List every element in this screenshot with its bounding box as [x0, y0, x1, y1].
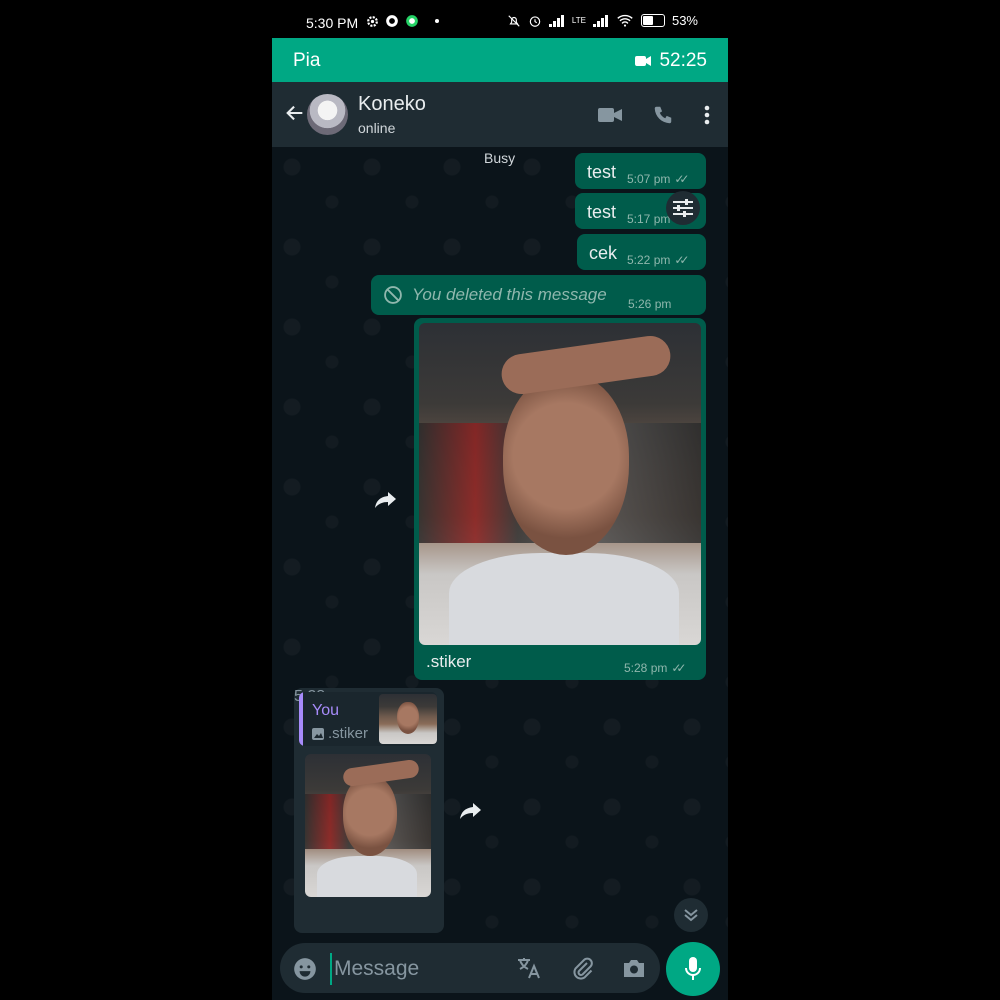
chat-header: Koneko online — [272, 82, 728, 147]
photo-thumbnail[interactable] — [419, 323, 701, 645]
contact-avatar[interactable] — [307, 94, 348, 135]
message-time: 5:17 pm — [627, 212, 670, 226]
voice-record-button[interactable] — [666, 942, 720, 996]
phone-screen: 5:30 PM LTE 53% Pia 52:25 Koneko online … — [272, 0, 728, 1000]
battery-level: 53% — [671, 13, 698, 28]
double-tick-icon: ✓✓ — [671, 661, 686, 675]
forward-button[interactable] — [370, 484, 402, 516]
voice-call-icon[interactable] — [652, 104, 674, 126]
contact-name[interactable]: Koneko — [358, 93, 426, 116]
alarm-icon — [529, 15, 541, 27]
quoted-thumbnail — [379, 694, 437, 744]
composer-actions — [516, 956, 646, 980]
sticker-shirt — [317, 856, 417, 897]
quoted-text: .stiker — [328, 725, 369, 742]
chat-area[interactable]: Busy test 5:07 pm ✓✓ test 5:17 pm cek 5:… — [272, 147, 728, 940]
double-tick-icon: ✓✓ — [674, 172, 689, 186]
video-call-icon — [635, 56, 652, 66]
double-chevron-down-icon — [684, 909, 698, 922]
camera-icon[interactable] — [622, 957, 646, 979]
sticker-image[interactable] — [305, 754, 431, 897]
message-timestamp: 5:22 pm — [627, 253, 671, 267]
message-text: test — [587, 202, 617, 222]
message-input-box — [280, 943, 660, 993]
network-type: LTE — [571, 16, 586, 25]
status-system-icons: LTE 53% — [507, 13, 698, 28]
translate-icon[interactable] — [516, 956, 542, 980]
signal-2-icon — [592, 14, 608, 27]
signal-icon — [548, 14, 564, 27]
message-text: test — [587, 162, 617, 182]
photo-face — [503, 375, 629, 555]
wifi-icon — [617, 14, 633, 27]
forward-icon — [375, 492, 396, 508]
message-timestamp: 5:26 pm — [628, 297, 672, 311]
composer-bar — [272, 940, 728, 1000]
filter-settings-button[interactable] — [666, 191, 700, 225]
thumb-face — [397, 702, 419, 734]
sticker-face — [343, 776, 397, 856]
message-timestamp: 5:17 pm — [627, 212, 671, 226]
header-actions — [598, 104, 710, 126]
quoted-reply[interactable]: You .stiker — [299, 692, 437, 746]
whatsapp-icon — [386, 15, 398, 27]
incoming-message-bubble[interactable]: You .stiker 5:28 pm — [294, 688, 444, 933]
message-bubble[interactable]: cek 5:22 pm ✓✓ — [577, 234, 706, 270]
status-time: 5:30 PM — [306, 15, 359, 31]
deleted-icon — [384, 286, 402, 304]
ongoing-call-bar[interactable]: Pia 52:25 — [272, 38, 728, 82]
attach-icon[interactable] — [570, 956, 594, 980]
message-time: 5:28 pm ✓✓ — [624, 661, 687, 675]
deleted-message-text: You deleted this message — [412, 285, 607, 304]
battery-icon — [640, 14, 665, 27]
quoted-content: .stiker — [312, 725, 368, 742]
image-caption: .stiker — [426, 652, 472, 671]
message-timestamp: 5:28 pm — [624, 661, 668, 675]
microphone-icon — [685, 957, 701, 980]
day-label: Busy — [484, 150, 516, 166]
message-text: cek — [589, 243, 618, 263]
call-caller-name: Pia — [293, 50, 321, 71]
message-input[interactable] — [330, 953, 506, 985]
forward-icon — [460, 803, 481, 819]
call-timer: 52:25 — [635, 50, 707, 72]
message-time: 5:07 pm ✓✓ — [627, 172, 690, 186]
status-bar: 5:30 PM LTE 53% — [272, 0, 728, 38]
quote-bar — [299, 692, 303, 746]
scroll-to-bottom-button[interactable] — [674, 898, 708, 932]
contact-presence: online — [358, 120, 396, 136]
deleted-message-bubble[interactable]: You deleted this message 5:26 pm — [371, 275, 706, 315]
double-tick-icon: ✓✓ — [674, 253, 689, 267]
whatsapp-green-icon — [406, 15, 418, 27]
mute-bell-icon — [508, 14, 520, 27]
more-notifications-dot — [435, 19, 439, 23]
back-arrow-icon[interactable] — [284, 102, 306, 124]
sliders-icon — [673, 199, 693, 217]
call-duration: 52:25 — [659, 50, 707, 71]
video-call-button-icon[interactable] — [598, 106, 622, 124]
photo-shirt — [449, 553, 679, 645]
forward-button[interactable] — [455, 795, 487, 827]
message-bubble[interactable]: test 5:07 pm ✓✓ — [575, 153, 706, 189]
message-timestamp: 5:07 pm — [627, 172, 671, 186]
quoted-sender: You — [312, 702, 339, 719]
emoji-icon[interactable] — [292, 956, 318, 982]
image-message-bubble[interactable]: .stiker 5:28 pm ✓✓ — [414, 318, 706, 680]
settings-icon — [367, 15, 378, 27]
more-options-icon[interactable] — [704, 105, 710, 125]
image-icon — [312, 727, 324, 740]
status-notification-icons — [366, 14, 439, 28]
message-time: 5:22 pm ✓✓ — [627, 253, 690, 267]
